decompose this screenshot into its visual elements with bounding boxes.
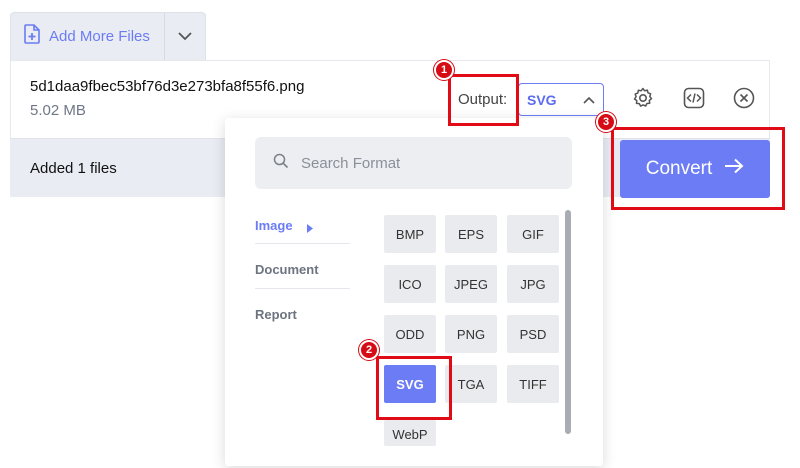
search-icon [273, 153, 289, 174]
code-icon [682, 86, 706, 115]
format-ico[interactable]: ICO [384, 265, 436, 303]
category-report[interactable]: Report [255, 307, 297, 322]
output-format-value: SVG [527, 91, 557, 108]
format-gif[interactable]: GIF [507, 215, 559, 253]
chevron-up-icon [583, 91, 595, 109]
add-more-files-label: Add More Files [49, 28, 150, 45]
format-list-scrollbar[interactable] [565, 210, 571, 434]
format-search-input[interactable] [301, 154, 541, 172]
add-files-group: Add More Files [10, 12, 206, 60]
file-size: 5.02 MB [30, 102, 86, 119]
format-psd[interactable]: PSD [507, 315, 559, 353]
annotation-box-svg [376, 356, 452, 420]
format-search-box[interactable] [255, 137, 572, 189]
format-jpg[interactable]: JPG [507, 265, 559, 303]
format-jpeg[interactable]: JPEG [445, 265, 497, 303]
format-tga[interactable]: TGA [445, 365, 497, 403]
format-odd[interactable]: ODD [384, 315, 436, 353]
annotation-box-output [448, 74, 519, 126]
remove-file-button[interactable] [729, 85, 759, 115]
category-image-label: Image [255, 218, 293, 233]
annotation-badge-3: 3 [596, 112, 616, 132]
annotation-badge-1: 1 [434, 60, 454, 80]
format-webp[interactable]: WebP [384, 420, 436, 446]
add-files-menu-button[interactable] [165, 13, 205, 60]
embed-code-button[interactable] [679, 85, 709, 115]
format-bmp[interactable]: BMP [384, 215, 436, 253]
settings-button[interactable] [628, 85, 658, 115]
annotation-box-convert [611, 127, 785, 210]
chevron-down-icon [177, 28, 193, 46]
category-divider [255, 288, 350, 289]
format-png[interactable]: PNG [445, 315, 497, 353]
category-divider [255, 243, 350, 244]
annotation-badge-2: 2 [359, 340, 379, 360]
file-plus-icon [23, 24, 41, 49]
caret-right-icon [307, 220, 313, 238]
output-format-select[interactable]: SVG [518, 83, 604, 116]
gear-icon [631, 86, 655, 115]
format-tiff[interactable]: TIFF [507, 365, 559, 403]
file-name: 5d1daa9fbec53bf76d3e273bfa8f55f6.png [30, 78, 305, 95]
add-more-files-button[interactable]: Add More Files [11, 13, 166, 60]
close-circle-icon [732, 86, 756, 115]
category-document-label: Document [255, 262, 319, 277]
format-eps[interactable]: EPS [445, 215, 497, 253]
added-files-count: Added 1 files [30, 160, 117, 177]
category-image[interactable]: Image [255, 218, 293, 233]
category-report-label: Report [255, 307, 297, 322]
category-document[interactable]: Document [255, 262, 319, 277]
